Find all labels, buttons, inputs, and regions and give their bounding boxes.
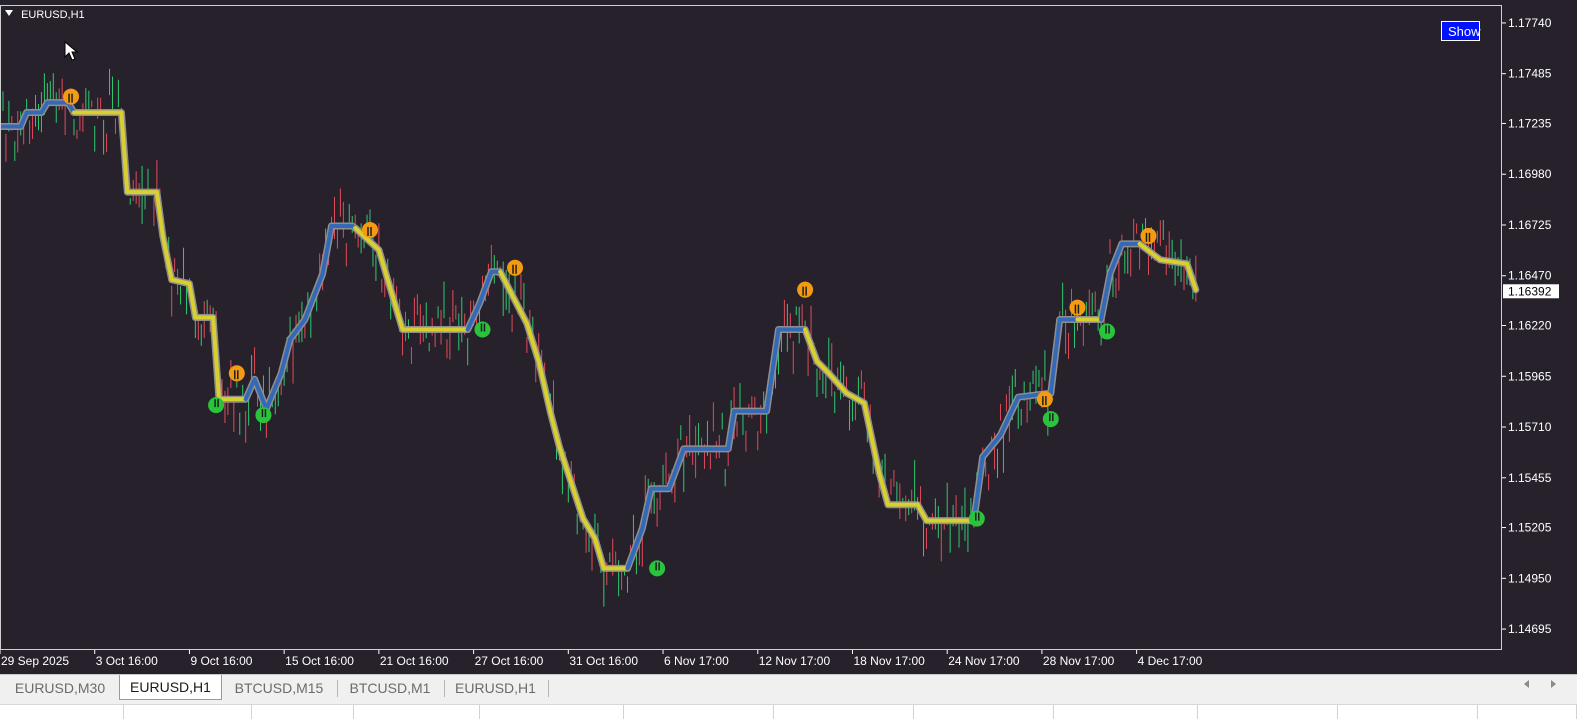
show-button[interactable]: Show — [1441, 21, 1481, 41]
scroll-left-icon[interactable] — [1524, 680, 1529, 688]
tab-separator — [444, 680, 445, 697]
time-tick-label: 12 Nov 17:00 — [759, 654, 831, 668]
price-tick-label: 1.16725 — [1508, 218, 1552, 232]
price-tick-label: 1.14950 — [1508, 571, 1552, 585]
price-tick-label: 1.17235 — [1508, 116, 1552, 130]
price-tick-label: 1.17740 — [1508, 16, 1552, 30]
tab-eurusd-m30[interactable]: EURUSD,M30 — [6, 677, 114, 700]
metatrader-chart-window: 1.17740 1.17485 1.17235 1.16980 1.16725 1.164… — [0, 0, 1577, 719]
time-tick-label: 9 Oct 16:00 — [190, 654, 252, 668]
time-tick-label: 24 Nov 17:00 — [948, 654, 1020, 668]
tab-eurusd-h1-active[interactable]: EURUSD,H1 — [119, 675, 222, 700]
column-header[interactable] — [124, 705, 252, 719]
column-header[interactable] — [1338, 705, 1478, 719]
time-tick-label: 3 Oct 16:00 — [96, 654, 158, 668]
price-tick-label: 1.15455 — [1508, 471, 1552, 485]
column-header[interactable] — [1478, 705, 1577, 719]
price-tick-label: 1.16470 — [1508, 269, 1552, 283]
tab-btcusd-m1[interactable]: BTCUSD,M1 — [341, 677, 439, 700]
price-tick-label: 1.14695 — [1508, 622, 1552, 636]
time-tick-label: 18 Nov 17:00 — [853, 654, 925, 668]
column-header[interactable] — [480, 705, 624, 719]
terminal-header-bar — [0, 704, 1577, 719]
price-tick-label: 1.15710 — [1508, 420, 1552, 434]
tab-eurusd-h1[interactable]: EURUSD,H1 — [447, 677, 544, 700]
time-tick-label: 28 Nov 17:00 — [1043, 654, 1115, 668]
tab-separator — [548, 680, 549, 697]
column-header[interactable] — [774, 705, 914, 719]
mouse-pointer-icon — [64, 41, 78, 61]
time-tick-label: 21 Oct 16:00 — [380, 654, 449, 668]
time-tick-label: 27 Oct 16:00 — [475, 654, 544, 668]
tab-separator — [337, 680, 338, 697]
column-header[interactable] — [252, 705, 354, 719]
price-tick-label: 1.16980 — [1508, 167, 1552, 181]
time-tick-label: 15 Oct 16:00 — [285, 654, 354, 668]
time-tick-label: 31 Oct 16:00 — [569, 654, 638, 668]
column-header[interactable] — [624, 705, 774, 719]
price-tick-label: 1.16220 — [1508, 319, 1552, 333]
plot-frame — [0, 5, 1502, 650]
column-header[interactable] — [1198, 705, 1338, 719]
time-tick-label: 4 Dec 17:00 — [1138, 654, 1203, 668]
column-header[interactable] — [0, 705, 124, 719]
chart-window[interactable]: 1.17740 1.17485 1.17235 1.16980 1.16725 1.164… — [0, 0, 1577, 674]
chart-tabs-bar: EURUSD,M30 EURUSD,H1 BTCUSD,M15 BTCUSD,M… — [0, 674, 1577, 704]
price-tick-label: 1.15205 — [1508, 521, 1552, 535]
current-price-label: 1.16392 — [1508, 284, 1552, 298]
price-tick-label: 1.17485 — [1508, 67, 1552, 81]
time-tick-label: 29 Sep 2025 — [1, 654, 69, 668]
dropdown-triangle-icon[interactable] — [5, 10, 13, 16]
column-header[interactable] — [354, 705, 480, 719]
symbol-timeframe-label[interactable]: EURUSD,H1 — [5, 9, 85, 22]
price-tick-label: 1.15965 — [1508, 369, 1552, 383]
column-header[interactable] — [1054, 705, 1198, 719]
scroll-right-icon[interactable] — [1551, 680, 1556, 688]
symbol-label-text: EURUSD,H1 — [21, 9, 85, 21]
tab-btcusd-m15[interactable]: BTCUSD,M15 — [225, 677, 333, 700]
column-header[interactable] — [914, 705, 1054, 719]
time-tick-label: 6 Nov 17:00 — [664, 654, 729, 668]
